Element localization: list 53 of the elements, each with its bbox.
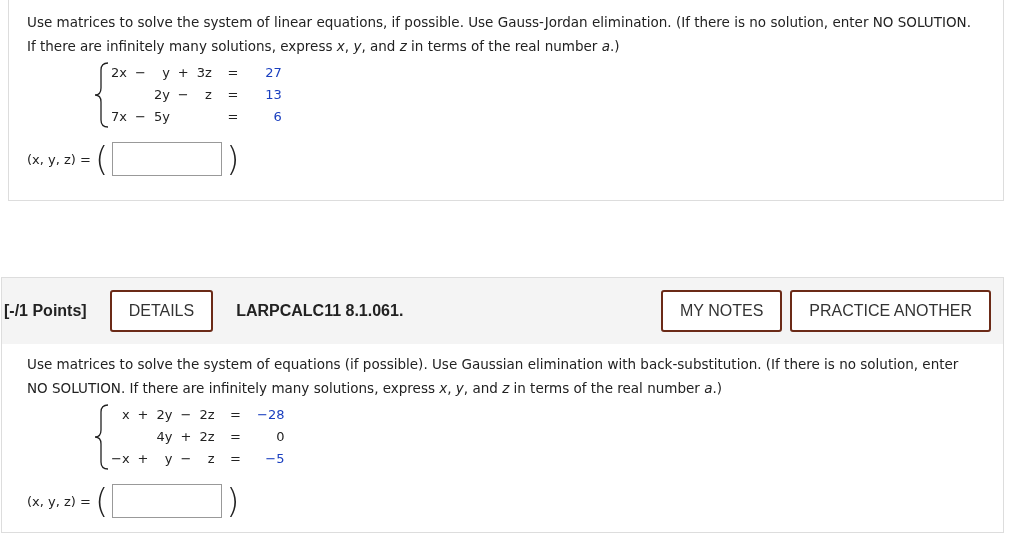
equation-term: − (180, 406, 192, 424)
equation-term: + (177, 64, 189, 82)
equation-term: 5y (153, 108, 170, 126)
equation-term: z (204, 86, 212, 104)
equals-sign: = (229, 450, 242, 468)
problem-id: LARPCALC11 8.1.061. (236, 302, 405, 320)
parenthesis: ) (226, 484, 240, 518)
answer-field[interactable] (112, 142, 223, 176)
equation-constant: 13 (264, 86, 282, 104)
equals-sign: = (226, 108, 240, 126)
equation-term: 2z (199, 428, 215, 446)
header-button[interactable]: MY NOTES (661, 290, 783, 332)
answer-label: (x, y, z) = (27, 493, 91, 509)
equation-constant: 6 (272, 108, 282, 126)
header-button[interactable]: PRACTICE ANOTHER (790, 290, 991, 332)
problem-text: Use matrices to solve the system of equations (if possible). Use Gaussian elimination with back-substitution. (If there is no solution, enter NO SOLUTION. If there are infinitely many solutions, express x, y, and z in terms of the real number a.) (27, 355, 960, 398)
answer-field[interactable] (112, 484, 223, 518)
equation-constant: −28 (256, 406, 285, 424)
equation-term: y (161, 64, 170, 82)
equation-constant: −5 (264, 450, 285, 468)
equation-term: −x (111, 450, 130, 468)
parenthesis: ( (94, 484, 109, 518)
equation-term: 7x (111, 108, 127, 126)
equation-term: 4y (156, 428, 173, 446)
equation-constant: 27 (264, 64, 282, 82)
equation-term: 2x (111, 64, 127, 82)
equation-term: + (137, 450, 149, 468)
equation-term: − (177, 86, 189, 104)
equation-term: − (134, 64, 146, 82)
equation-constant: 0 (275, 428, 285, 446)
equation-term: z (206, 450, 215, 468)
equation-term: y (163, 450, 173, 468)
equation-term: + (180, 428, 192, 446)
points-label: [-/1 Points] (4, 302, 87, 320)
parenthesis: ) (226, 142, 240, 176)
brace-icon (93, 62, 111, 128)
equation-term: 3z (196, 64, 212, 82)
equation-term: x (120, 406, 130, 424)
equation-term: − (134, 108, 146, 126)
parenthesis: ( (94, 142, 109, 176)
equals-sign: = (229, 406, 242, 424)
equation-term: − (180, 450, 192, 468)
problem-text: Use matrices to solve the system of linear equations, if possible. Use Gauss-Jordan elimination. (If there is no solution, enter NO SOLUTION. If there are infinitely many solutions, express x, y, and z in terms of the real number a.) (27, 13, 972, 56)
equation-term: 2z (199, 406, 215, 424)
equals-sign: = (226, 64, 240, 82)
equation-term: + (137, 406, 149, 424)
details-button[interactable]: DETAILS (109, 290, 214, 332)
equation-term: 2y (153, 86, 170, 104)
equals-sign: = (229, 428, 242, 446)
equation-term: 2y (156, 406, 173, 424)
equals-sign: = (226, 86, 240, 104)
brace-icon (93, 404, 111, 470)
answer-label: (x, y, z) = (27, 151, 91, 167)
